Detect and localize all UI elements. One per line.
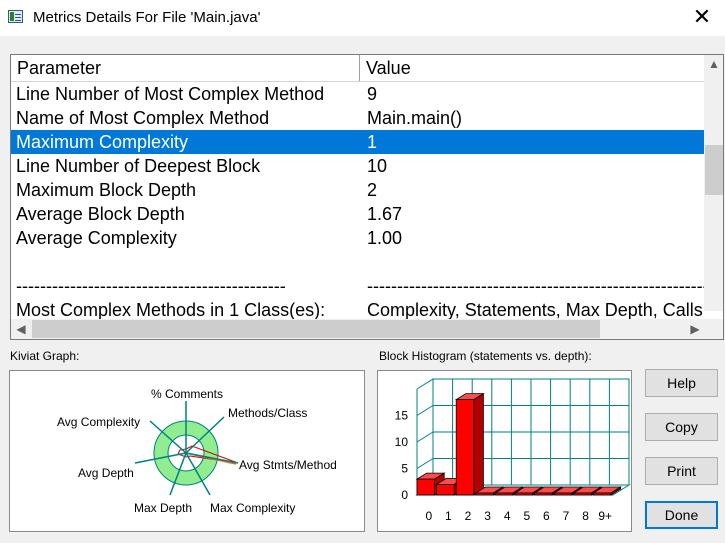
histogram-x-tick-label: 1 [445,509,452,523]
histogram-y-tick-label: 0 [401,488,408,502]
histogram-x-tick-label: 4 [504,509,511,523]
histogram-bar [436,484,455,496]
histogram-gridline [416,458,434,469]
vertical-scroll-thumb[interactable] [705,145,723,195]
parameter-cell: Average Complexity [16,228,177,248]
column-header-value[interactable]: Value [360,55,705,81]
parameter-cell: Average Block Depth [16,204,185,224]
parameter-cell: Line Number of Deepest Block [16,156,261,176]
histogram-gridline [416,405,434,416]
histogram-bar [573,492,592,496]
kiviat-label: Kiviat Graph: [10,349,80,363]
table-row[interactable]: Maximum Block Depth 2 [11,178,705,202]
value-cell: 9 [367,84,378,104]
histogram-y-tick-label: 5 [401,462,408,476]
close-button[interactable]: ✕ [684,3,720,33]
value-cell: 10 [367,156,388,176]
histogram-bar [553,492,573,496]
histogram-bar [416,478,436,496]
kiviat-axis-label: Avg Complexity [57,415,140,429]
horizontal-scrollbar[interactable]: ◀ ▶ [11,319,705,339]
metrics-table[interactable]: Parameter Value Line Number of Most Comp… [10,54,724,340]
histogram-bar [514,492,534,496]
histogram-bar [534,492,553,496]
table-row[interactable]: Average Block Depth 1.67 [11,202,705,226]
histogram-bar [495,492,514,496]
done-button[interactable]: Done [645,501,718,529]
print-button[interactable]: Print [645,457,718,485]
scroll-right-icon[interactable]: ▶ [685,322,705,336]
value-cell: ----------------------------------------… [367,276,715,296]
kiviat-axis-label: Methods/Class [228,406,307,420]
parameter-cell: Most Complex Methods in 1 Class(es): [16,300,326,320]
histogram-panel: 15 10 5 0 0 1 2 3 4 5 6 7 8 9+ [377,370,632,532]
parameter-cell: Maximum Block Depth [16,180,197,200]
histogram-x-tick-label: 8 [582,509,589,523]
kiviat-axis-label: Avg Depth [78,466,134,480]
histogram-bar-side [473,392,484,496]
histogram-x-tick-label: 9+ [598,509,612,523]
value-cell: 2 [367,180,378,200]
table-row[interactable] [11,250,705,274]
kiviat-axis-label: Max Depth [134,501,192,515]
scroll-up-icon[interactable]: ▲ [704,57,723,71]
block-histogram: 1510500 1 2 3 4 5 6 7 8 9+ [395,378,631,523]
histogram-x-tick-label: 5 [523,509,530,523]
kiviat-graph-panel: % Comments Methods/Class Avg Stmts/Metho… [9,370,365,532]
histogram-y-tick-label: 15 [395,409,409,423]
table-row[interactable]: ----------------------------------------… [11,274,715,298]
scroll-left-icon[interactable]: ◀ [11,322,31,336]
value-cell: 1.67 [367,204,403,224]
histogram-x-tick-label: 7 [563,509,570,523]
horizontal-scroll-thumb[interactable] [32,320,600,338]
table-row[interactable]: Name of Most Complex Method Main.main() [11,106,705,130]
copy-button[interactable]: Copy [645,413,718,441]
kiviat-graph: % Comments Methods/Class Avg Stmts/Metho… [57,387,337,515]
scrollbar-corner [705,319,723,339]
kiviat-axis-label: Max Complexity [210,501,295,515]
parameter-cell: ----------------------------------------… [16,276,286,296]
value-cell: Complexity, Statements, Max Depth, Calls [367,300,703,320]
histogram-label: Block Histogram (statements vs. depth): [379,349,592,363]
histogram-x-tick-label: 3 [484,509,491,523]
parameter-cell: Name of Most Complex Method [16,108,270,128]
table-rows: Line Number of Most Complex Method 9 Name… [11,82,715,322]
table-header: Parameter Value [11,55,705,82]
histogram-x-tick-label: 6 [543,509,550,523]
parameter-cell: Line Number of Most Complex Method [16,84,325,104]
value-cell: Main.main() [367,108,463,128]
help-button[interactable]: Help [645,369,718,397]
title-bar: Metrics Details For File 'Main.java' ✕ [0,0,725,36]
table-row-selected[interactable]: Maximum Complexity 1 [11,130,705,154]
table-row[interactable]: Average Complexity 1.00 [11,226,705,250]
kiviat-axis-label: Avg Stmts/Method [239,458,337,472]
histogram-bar [592,492,612,496]
histogram-x-tick-label: 0 [425,509,432,523]
histogram-gridline [416,431,434,443]
table-row[interactable]: Line Number of Deepest Block 10 [11,154,705,178]
column-header-parameter[interactable]: Parameter [11,55,360,81]
kiviat-axis-label: % Comments [151,387,223,401]
parameter-cell: Maximum Complexity [16,132,189,152]
value-cell: 1.00 [367,228,403,248]
vertical-scrollbar[interactable]: ▲ [704,55,723,311]
window-title: Metrics Details For File 'Main.java' [33,9,261,26]
table-row[interactable]: Line Number of Most Complex Method 9 [11,82,705,106]
value-cell: 1 [367,132,378,152]
histogram-x-tick-label: 2 [465,509,472,523]
histogram-bar [475,492,494,496]
app-icon [8,10,23,23]
histogram-bar [455,399,475,496]
histogram-y-tick-label: 10 [395,435,409,449]
